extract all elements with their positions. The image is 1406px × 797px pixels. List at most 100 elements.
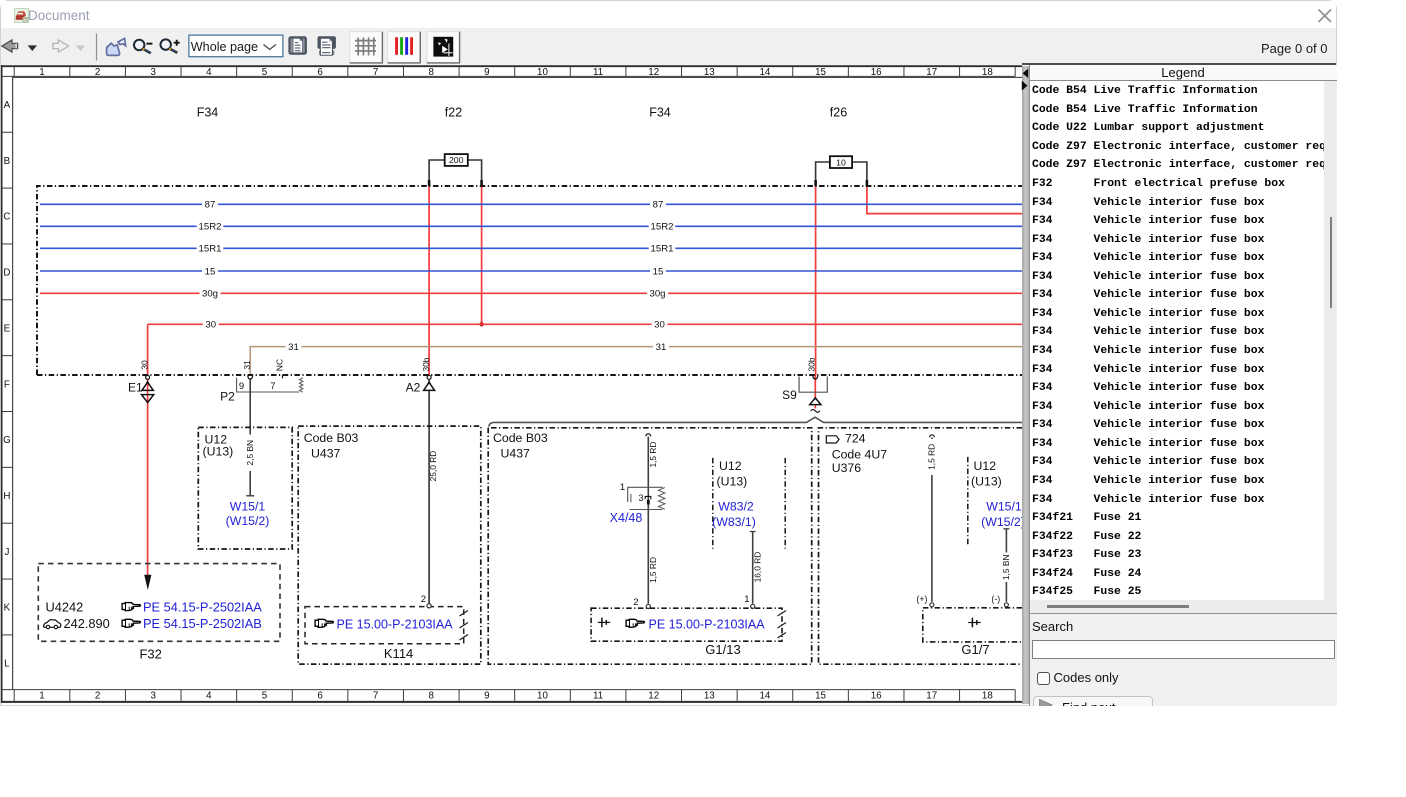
svg-text:12: 12 (648, 691, 659, 702)
svg-text:8: 8 (429, 691, 435, 702)
svg-text:G: G (3, 435, 11, 446)
svg-text:15: 15 (815, 67, 826, 78)
svg-text:2: 2 (95, 67, 100, 78)
svg-text:31: 31 (242, 360, 252, 370)
svg-text:(W83/1): (W83/1) (712, 515, 756, 529)
svg-text:7: 7 (270, 381, 275, 392)
svg-text:(U13): (U13) (203, 445, 234, 459)
svg-text:U12: U12 (719, 459, 742, 473)
svg-text:18: 18 (982, 691, 993, 702)
svg-text:1: 1 (39, 67, 44, 78)
svg-text:8: 8 (429, 67, 435, 78)
svg-text:PE 15.00-P-2103IAA: PE 15.00-P-2103IAA (337, 618, 454, 632)
svg-text:E1: E1 (128, 380, 143, 394)
svg-text:G1/13: G1/13 (705, 642, 740, 657)
svg-text:2: 2 (95, 691, 100, 702)
svg-text:11: 11 (593, 67, 603, 78)
svg-text:11: 11 (593, 691, 603, 702)
svg-text:Code 4U7: Code 4U7 (832, 447, 888, 461)
svg-text:13: 13 (704, 691, 715, 702)
svg-text:31: 31 (288, 342, 299, 353)
svg-text:9: 9 (484, 691, 489, 702)
svg-text:16,0 RD: 16,0 RD (752, 552, 762, 583)
svg-text:1,5 BN: 1,5 BN (1001, 554, 1011, 580)
svg-text:PE 54.15-P-2502IAB: PE 54.15-P-2502IAB (143, 616, 262, 631)
svg-text:L: L (4, 659, 10, 670)
svg-text:U376: U376 (832, 461, 862, 475)
svg-text:NC: NC (274, 359, 284, 371)
svg-text:87: 87 (205, 200, 216, 211)
svg-text:3: 3 (150, 691, 156, 702)
svg-text:15R1: 15R1 (199, 244, 222, 255)
svg-text:4: 4 (206, 691, 212, 702)
svg-text:18: 18 (982, 67, 993, 78)
svg-text:31: 31 (656, 342, 667, 353)
svg-text:K: K (4, 603, 11, 614)
svg-text:30g: 30g (649, 289, 665, 300)
svg-text:15: 15 (815, 691, 826, 702)
svg-text:7: 7 (373, 67, 378, 78)
svg-text:2: 2 (421, 594, 426, 605)
svg-text:17: 17 (926, 691, 937, 702)
svg-text:F32: F32 (139, 646, 161, 661)
svg-text:F34: F34 (197, 106, 219, 120)
svg-text:2,5 BN: 2,5 BN (245, 440, 255, 466)
svg-text:A2: A2 (406, 380, 421, 394)
svg-text:9: 9 (239, 381, 244, 392)
svg-text:5: 5 (262, 691, 268, 702)
svg-text:15: 15 (205, 266, 216, 277)
svg-text:P2: P2 (220, 390, 235, 404)
svg-text:6: 6 (317, 691, 323, 702)
svg-text:10: 10 (537, 67, 548, 78)
svg-text:1,5 RD: 1,5 RD (927, 444, 937, 470)
svg-text:(+): (+) (916, 594, 927, 604)
svg-text:F34: F34 (649, 106, 671, 120)
svg-text:3: 3 (150, 67, 156, 78)
svg-text:12: 12 (648, 67, 659, 78)
svg-text:U4242: U4242 (46, 600, 84, 615)
svg-text:7: 7 (373, 691, 378, 702)
svg-text:200: 200 (449, 155, 464, 165)
svg-text:14: 14 (759, 691, 770, 702)
svg-text:30: 30 (205, 320, 216, 331)
svg-text:4: 4 (206, 67, 212, 78)
svg-text:1: 1 (620, 482, 625, 493)
svg-text:2: 2 (633, 597, 638, 608)
svg-text:Code B03: Code B03 (304, 431, 359, 445)
svg-text:30: 30 (654, 320, 665, 331)
svg-text:10: 10 (836, 157, 846, 167)
svg-text:A: A (4, 100, 11, 111)
svg-text:6: 6 (317, 67, 323, 78)
svg-text:5: 5 (262, 67, 268, 78)
svg-text:10: 10 (537, 691, 548, 702)
svg-text:Whole page: Whole page (191, 40, 258, 54)
svg-text:U12: U12 (974, 459, 997, 473)
svg-text:13: 13 (704, 67, 715, 78)
svg-text:(-): (-) (991, 594, 1000, 604)
svg-text:G1/7: G1/7 (961, 642, 989, 657)
svg-text:25,0 RD: 25,0 RD (428, 451, 438, 482)
svg-text:S9: S9 (782, 388, 797, 402)
svg-text:30g: 30g (202, 289, 218, 300)
svg-text:30b: 30b (421, 357, 431, 371)
svg-text:1,5 RD: 1,5 RD (648, 557, 658, 583)
svg-text:U437: U437 (501, 447, 531, 461)
svg-text:1: 1 (39, 691, 44, 702)
svg-text:9: 9 (484, 67, 489, 78)
svg-text:17: 17 (926, 67, 937, 78)
svg-text:D: D (3, 268, 10, 279)
svg-text:F: F (4, 379, 10, 390)
svg-text:(W15/2): (W15/2) (981, 515, 1022, 529)
svg-text:15R2: 15R2 (651, 222, 674, 233)
svg-text:1,5 RD: 1,5 RD (648, 441, 658, 467)
svg-text:16: 16 (871, 691, 882, 702)
svg-text:B: B (4, 156, 11, 167)
svg-text:(U13): (U13) (971, 475, 1002, 489)
svg-text:Code B03: Code B03 (493, 431, 548, 445)
svg-text:f26: f26 (830, 106, 847, 120)
svg-text:U437: U437 (311, 447, 341, 461)
svg-text:30b: 30b (807, 357, 817, 371)
svg-text:H: H (3, 491, 10, 502)
svg-text:30: 30 (140, 360, 150, 370)
svg-text:15R2: 15R2 (199, 222, 222, 233)
